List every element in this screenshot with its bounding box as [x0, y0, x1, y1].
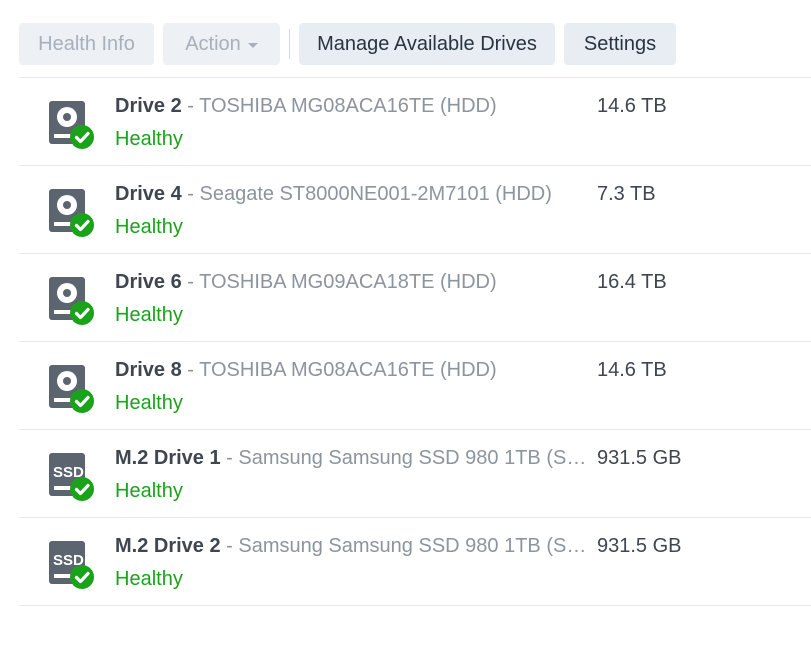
- drive-title: Drive 8 - TOSHIBA MG08ACA16TE (HDD): [115, 357, 588, 383]
- drive-status: Healthy: [115, 128, 183, 150]
- settings-button[interactable]: Settings: [564, 23, 676, 65]
- health-info-button[interactable]: Health Info: [19, 23, 154, 65]
- drive-capacity: 931.5 GB: [597, 535, 682, 557]
- drive-name: M.2 Drive 1: [115, 447, 221, 469]
- drive-status: Healthy: [115, 480, 183, 502]
- manage-available-drives-button[interactable]: Manage Available Drives: [299, 23, 555, 65]
- drive-status: Healthy: [115, 392, 183, 414]
- toolbar: Health Info Action Manage Available Driv…: [19, 23, 685, 65]
- drive-status: Healthy: [115, 568, 183, 590]
- drive-status: Healthy: [115, 216, 183, 238]
- drive-title: Drive 2 - TOSHIBA MG08ACA16TE (HDD): [115, 93, 588, 119]
- drive-capacity: 931.5 GB: [597, 447, 682, 469]
- drive-name: Drive 8: [115, 359, 182, 381]
- drive-capacity: 16.4 TB: [597, 271, 667, 293]
- caret-down-icon: [247, 42, 258, 48]
- drive-row[interactable]: Drive 2 - TOSHIBA MG08ACA16TE (HDD) Heal…: [19, 78, 811, 166]
- drive-row[interactable]: Drive 6 - TOSHIBA MG09ACA18TE (HDD) Heal…: [19, 254, 811, 342]
- drive-capacity: 7.3 TB: [597, 183, 656, 205]
- drive-model: - TOSHIBA MG08ACA16TE (HDD): [181, 359, 497, 381]
- drive-row[interactable]: SSD M.2 Drive 1 - Samsung Samsung SSD 98…: [19, 430, 811, 518]
- drive-status: Healthy: [115, 304, 183, 326]
- settings-label: Settings: [583, 32, 657, 55]
- drive-row[interactable]: Drive 8 - TOSHIBA MG08ACA16TE (HDD) Heal…: [19, 342, 811, 430]
- hdd-icon: [48, 276, 96, 326]
- drive-model: - Samsung Samsung SSD 980 1TB (SSD): [220, 535, 588, 557]
- drive-title: Drive 6 - TOSHIBA MG09ACA18TE (HDD): [115, 269, 588, 295]
- action-label: Action: [185, 32, 241, 55]
- drive-model: - TOSHIBA MG08ACA16TE (HDD): [181, 95, 497, 117]
- drive-name: Drive 4: [115, 183, 182, 205]
- action-dropdown-button[interactable]: Action: [163, 23, 280, 65]
- drive-model: - TOSHIBA MG09ACA18TE (HDD): [181, 271, 497, 293]
- hdd-icon: [48, 100, 96, 150]
- ssd-icon: SSD: [48, 540, 96, 590]
- health-info-label: Health Info: [38, 32, 135, 55]
- drive-title: Drive 4 - Seagate ST8000NE001-2M7101 (HD…: [115, 181, 588, 207]
- drive-row[interactable]: SSD M.2 Drive 2 - Samsung Samsung SSD 98…: [19, 518, 811, 606]
- drive-row[interactable]: Drive 4 - Seagate ST8000NE001-2M7101 (HD…: [19, 166, 811, 254]
- manage-label: Manage Available Drives: [317, 32, 537, 55]
- drive-title: M.2 Drive 2 - Samsung Samsung SSD 980 1T…: [115, 533, 588, 559]
- toolbar-divider: [289, 29, 290, 59]
- drive-list: Drive 2 - TOSHIBA MG08ACA16TE (HDD) Heal…: [19, 77, 811, 606]
- drive-title: M.2 Drive 1 - Samsung Samsung SSD 980 1T…: [115, 445, 588, 471]
- drive-name: M.2 Drive 2: [115, 535, 221, 557]
- drive-name: Drive 2: [115, 95, 182, 117]
- ssd-icon: SSD: [48, 452, 96, 502]
- drive-capacity: 14.6 TB: [597, 359, 667, 381]
- drive-capacity: 14.6 TB: [597, 95, 667, 117]
- drive-model: - Samsung Samsung SSD 980 1TB (SSD): [220, 447, 588, 469]
- hdd-icon: [48, 188, 96, 238]
- hdd-icon: [48, 364, 96, 414]
- drive-name: Drive 6: [115, 271, 182, 293]
- drive-model: - Seagate ST8000NE001-2M7101 (HDD): [181, 183, 552, 205]
